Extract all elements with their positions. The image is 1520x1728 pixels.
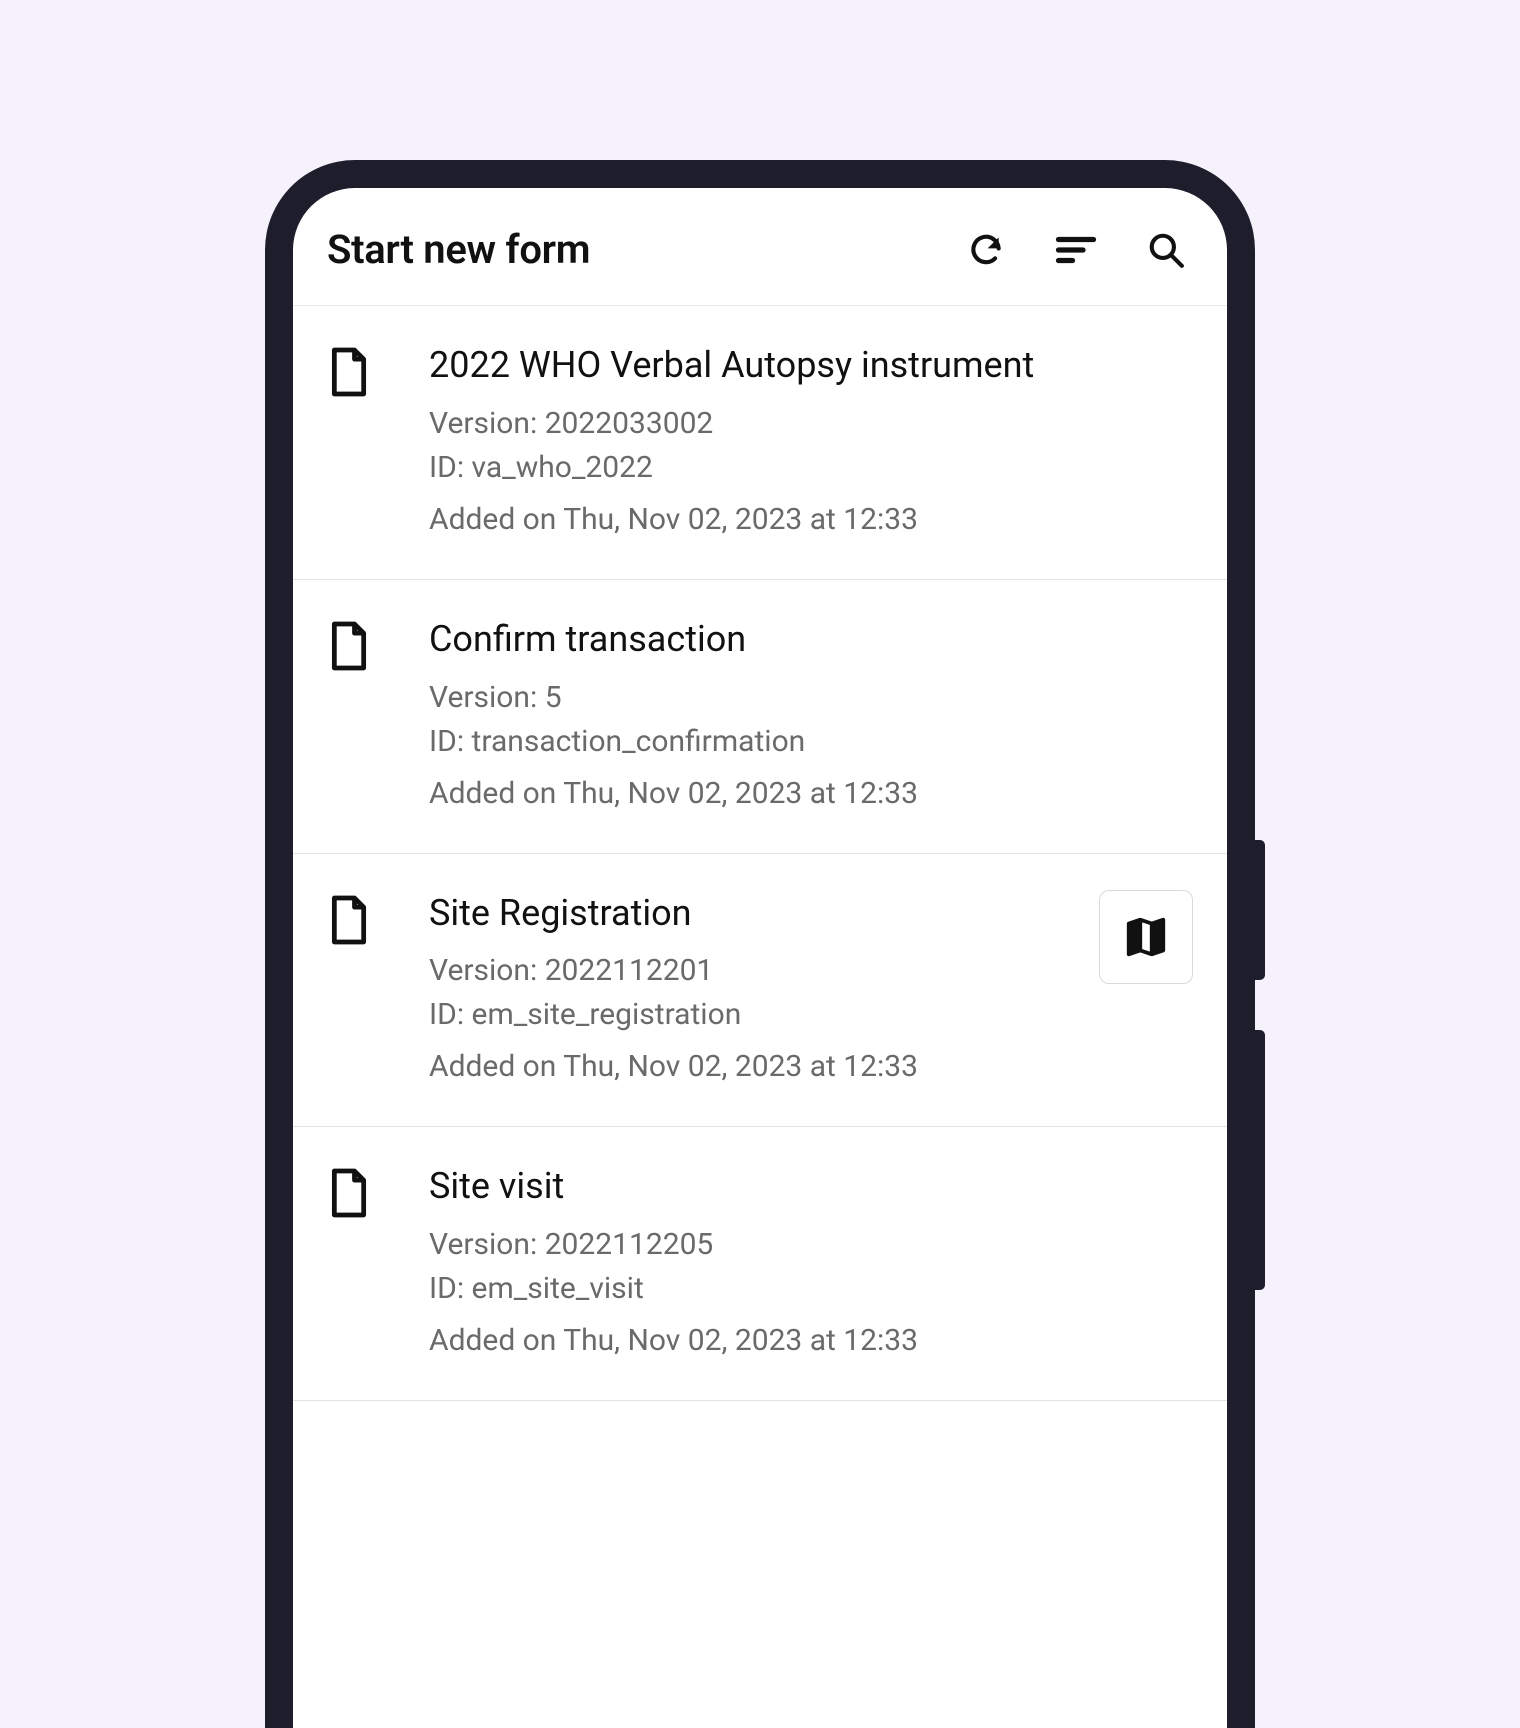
screen: Start new form bbox=[293, 188, 1227, 1728]
form-id: ID: va_who_2022 bbox=[429, 447, 1193, 489]
document-icon bbox=[327, 1167, 371, 1223]
document-icon bbox=[327, 346, 371, 402]
refresh-button[interactable] bbox=[967, 231, 1005, 269]
sort-button[interactable] bbox=[1055, 231, 1097, 269]
form-meta: Version: 2022112205ID: em_site_visit Adde… bbox=[429, 1224, 1193, 1362]
refresh-icon bbox=[967, 231, 1005, 269]
document-icon bbox=[327, 894, 371, 950]
form-title: 2022 WHO Verbal Autopsy instrument bbox=[429, 342, 1193, 389]
form-added: Added on Thu, Nov 02, 2023 at 12:33 bbox=[429, 1046, 1079, 1088]
form-list-item[interactable]: Confirm transaction Version: 5ID: transac… bbox=[293, 580, 1227, 854]
map-button[interactable] bbox=[1099, 890, 1193, 984]
form-list-item[interactable]: Site Registration Version: 2022112201ID: … bbox=[293, 854, 1227, 1128]
form-version: Version: 5 bbox=[429, 677, 1193, 719]
forms-list: 2022 WHO Verbal Autopsy instrument Versio… bbox=[293, 306, 1227, 1401]
form-id: ID: em_site_registration bbox=[429, 994, 1079, 1036]
search-button[interactable] bbox=[1147, 231, 1185, 269]
document-icon bbox=[327, 620, 371, 676]
search-icon bbox=[1147, 231, 1185, 269]
form-item-body: Site Registration Version: 2022112201ID: … bbox=[429, 890, 1079, 1091]
form-version: Version: 2022112205 bbox=[429, 1224, 1193, 1266]
form-item-body: 2022 WHO Verbal Autopsy instrument Versio… bbox=[429, 342, 1193, 543]
form-added: Added on Thu, Nov 02, 2023 at 12:33 bbox=[429, 499, 1193, 541]
phone-side-button bbox=[1255, 840, 1265, 980]
app-header: Start new form bbox=[293, 188, 1227, 306]
form-meta: Version: 2022033002ID: va_who_2022 Added … bbox=[429, 403, 1193, 541]
form-title: Confirm transaction bbox=[429, 616, 1193, 663]
form-id: ID: transaction_confirmation bbox=[429, 721, 1193, 763]
form-trailing bbox=[1099, 890, 1193, 984]
map-icon bbox=[1123, 914, 1169, 960]
form-id: ID: em_site_visit bbox=[429, 1268, 1193, 1310]
sort-icon bbox=[1055, 231, 1097, 269]
form-list-item[interactable]: 2022 WHO Verbal Autopsy instrument Versio… bbox=[293, 306, 1227, 580]
form-item-body: Confirm transaction Version: 5ID: transac… bbox=[429, 616, 1193, 817]
phone-side-button bbox=[1255, 1030, 1265, 1290]
page-title: Start new form bbox=[327, 226, 967, 273]
form-added: Added on Thu, Nov 02, 2023 at 12:33 bbox=[429, 1320, 1193, 1362]
form-version: Version: 2022033002 bbox=[429, 403, 1193, 445]
form-list-item[interactable]: Site visit Version: 2022112205ID: em_site… bbox=[293, 1127, 1227, 1401]
form-version: Version: 2022112201 bbox=[429, 950, 1079, 992]
form-meta: Version: 5ID: transaction_confirmation Ad… bbox=[429, 677, 1193, 815]
header-actions bbox=[967, 231, 1193, 269]
form-title: Site Registration bbox=[429, 890, 1079, 937]
form-item-body: Site visit Version: 2022112205ID: em_site… bbox=[429, 1163, 1193, 1364]
form-title: Site visit bbox=[429, 1163, 1193, 1210]
form-added: Added on Thu, Nov 02, 2023 at 12:33 bbox=[429, 773, 1193, 815]
form-meta: Version: 2022112201ID: em_site_registrat… bbox=[429, 950, 1079, 1088]
phone-frame: Start new form bbox=[265, 160, 1255, 1728]
